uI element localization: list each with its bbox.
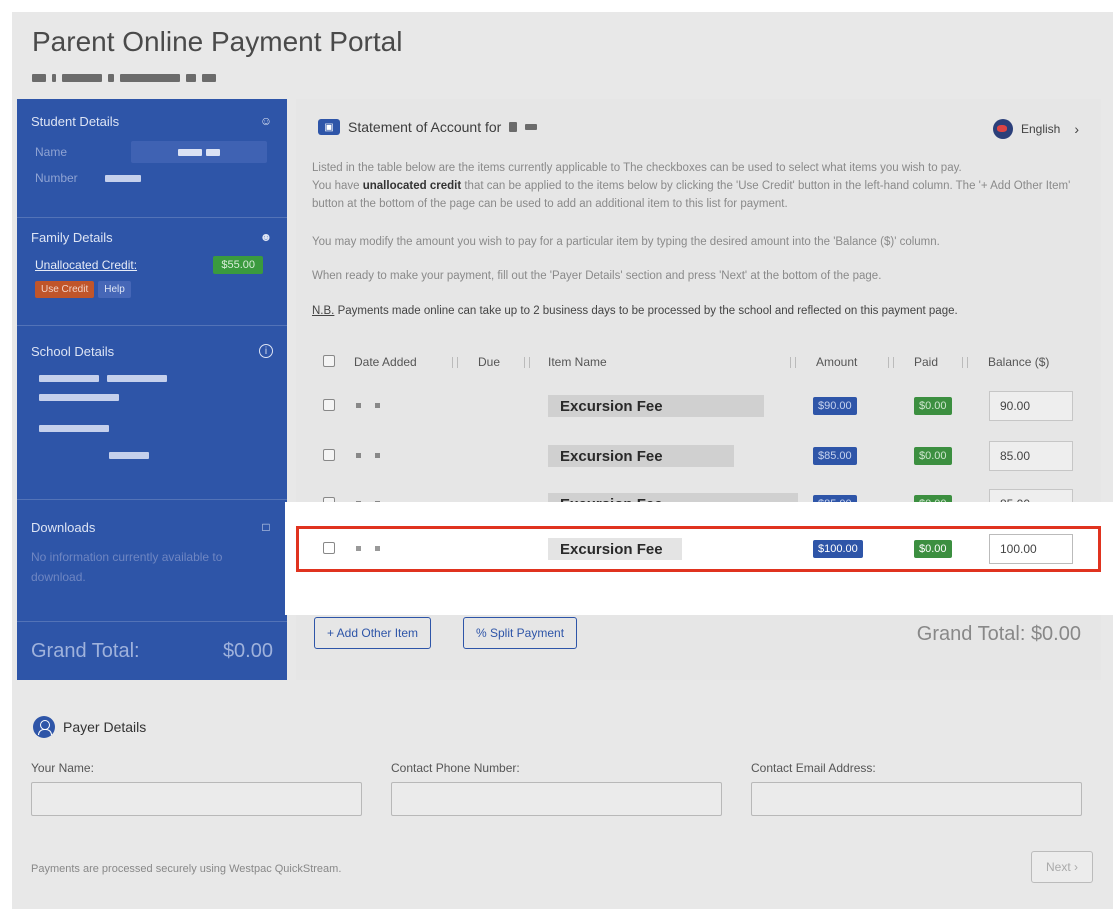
redacted-name <box>131 141 267 163</box>
row-checkbox[interactable] <box>323 542 335 554</box>
instructions-para-3: You may modify the amount you wish to pa… <box>312 236 940 248</box>
statement-header: ▣ Statement of Account for <box>318 119 538 135</box>
sidebar-grand-total: Grand Total: $0.00 <box>31 640 273 663</box>
language-label: English <box>1020 122 1061 136</box>
col-balance[interactable]: Balance ($) <box>988 355 1049 369</box>
payer-header: Payer Details <box>33 716 146 738</box>
col-item-name[interactable]: Item Name <box>548 355 607 369</box>
redacted-date <box>356 546 380 551</box>
paid-badge: $0.00 <box>914 447 952 465</box>
family-icon: ☻ <box>259 230 273 244</box>
item-name: Excursion Fee <box>548 538 682 560</box>
col-due[interactable]: Due <box>478 355 500 369</box>
student-details: Student Details ☺ Name Number <box>17 107 287 191</box>
paid-badge: $0.00 <box>914 397 952 415</box>
table-row: Excursion Fee $90.00 $0.00 <box>296 385 1101 427</box>
table-header: Date Added Due Item Name Amount Paid Bal… <box>316 349 1076 375</box>
redacted-school-address <box>17 365 287 469</box>
balance-input[interactable] <box>989 441 1073 471</box>
person-icon <box>33 716 55 738</box>
next-button[interactable]: Next › <box>1031 851 1093 883</box>
main-grand-total: Grand Total: $0.00 <box>916 623 1081 645</box>
globe-icon <box>992 119 1013 139</box>
balance-input[interactable] <box>989 534 1073 564</box>
amount-badge: $100.00 <box>813 540 863 558</box>
email-field[interactable] <box>751 782 1082 816</box>
use-credit-button[interactable]: Use Credit <box>35 281 95 298</box>
redacted-number <box>105 174 141 182</box>
page-title: Parent Online Payment Portal <box>32 26 403 57</box>
instructions-para-2: You have unallocated credit that can be … <box>312 180 1071 210</box>
sidebar: Student Details ☺ Name Number Family Deta… <box>17 99 287 680</box>
downloads: Downloads □ No information currently avai… <box>17 513 287 587</box>
name-field[interactable] <box>31 782 362 816</box>
add-other-item-button[interactable]: + Add Other Item <box>314 617 432 649</box>
student-details-heading: Student Details <box>31 113 120 129</box>
statement-title: Statement of Account for <box>348 119 502 135</box>
instructions-nb: N.B. Payments made online can take up to… <box>312 305 958 317</box>
school-details-heading: School Details <box>31 343 115 359</box>
credit-amount-badge: $55.00 <box>213 256 263 274</box>
redacted-student <box>509 122 518 132</box>
email-field-label: Contact Email Address: <box>751 761 876 775</box>
split-payment-button[interactable]: % Split Payment <box>463 617 578 649</box>
name-label: Name <box>35 145 68 159</box>
grand-total-label: Grand Total: <box>31 640 140 662</box>
amount-badge: $85.00 <box>813 447 857 465</box>
downloads-empty-text: No information currently available to do… <box>31 550 223 584</box>
payer-details: Payer Details Your Name: Contact Phone N… <box>17 693 1101 893</box>
language-selector[interactable]: English › <box>992 119 1079 139</box>
school-details: School Details i <box>17 337 287 469</box>
chevron-right-icon: › <box>1074 121 1079 137</box>
info-icon[interactable]: i <box>259 344 273 358</box>
paid-badge: $0.00 <box>914 540 952 558</box>
col-date-added[interactable]: Date Added <box>354 355 417 369</box>
user-icon: ☺ <box>259 114 273 128</box>
select-all-checkbox[interactable] <box>323 355 335 367</box>
balance-input[interactable] <box>989 391 1073 421</box>
item-name: Excursion Fee <box>548 395 764 417</box>
amount-badge: $90.00 <box>813 397 857 415</box>
row-checkbox[interactable] <box>323 449 335 461</box>
phone-field-label: Contact Phone Number: <box>391 761 520 775</box>
downloads-heading: Downloads <box>31 519 96 535</box>
row-checkbox[interactable] <box>323 399 335 411</box>
redacted-date <box>356 453 380 458</box>
payer-heading: Payer Details <box>63 719 147 735</box>
col-amount[interactable]: Amount <box>816 355 857 369</box>
folder-icon: □ <box>262 520 270 534</box>
redacted-school-name <box>32 72 216 84</box>
grand-total-value: $0.00 <box>222 640 273 662</box>
name-field-label: Your Name: <box>31 761 94 775</box>
secure-payment-note: Payments are processed securely using We… <box>31 863 342 875</box>
redacted-date <box>356 403 380 408</box>
item-name: Excursion Fee <box>548 445 734 467</box>
phone-field[interactable] <box>391 782 722 816</box>
id-card-icon: ▣ <box>318 119 340 135</box>
number-label: Number <box>35 171 78 185</box>
family-details-heading: Family Details <box>31 229 113 245</box>
table-row: Excursion Fee $85.00 $0.00 <box>296 435 1101 477</box>
instructions-para-4: When ready to make your payment, fill ou… <box>312 270 882 282</box>
unallocated-credit-link[interactable]: Unallocated Credit: <box>35 258 137 272</box>
family-details: Family Details ☻ Unallocated Credit: $55.… <box>17 223 287 300</box>
help-button[interactable]: Help <box>98 281 131 298</box>
col-paid[interactable]: Paid <box>914 355 938 369</box>
highlighted-table-row: Excursion Fee $100.00 $0.00 <box>296 526 1101 572</box>
instructions-para-1: Listed in the table below are the items … <box>312 162 962 174</box>
